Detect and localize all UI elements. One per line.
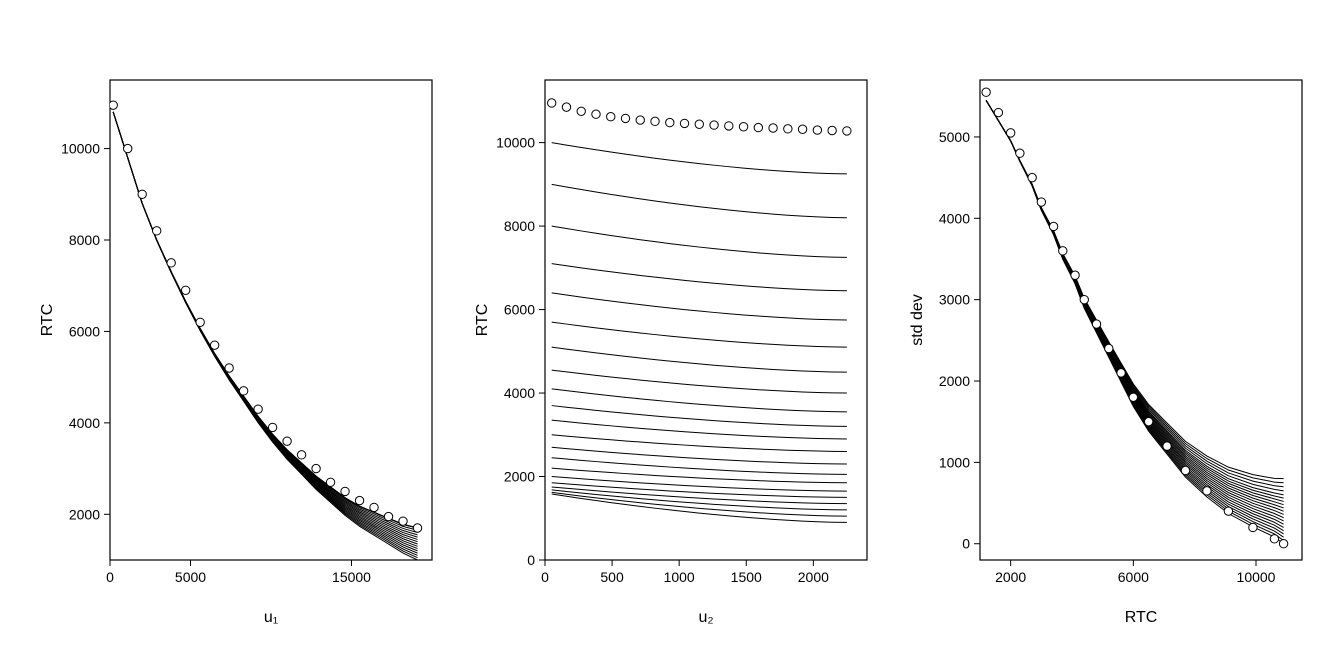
chart-grid: 0500015000200040006000800010000u₁RTC 050…: [0, 0, 1344, 672]
svg-text:4000: 4000: [69, 415, 100, 431]
svg-text:1000: 1000: [938, 454, 969, 470]
svg-text:0: 0: [541, 569, 549, 585]
svg-text:std dev: std dev: [909, 294, 926, 346]
panel-1: 0 5000 15000 2000 4000 6000 8000 10000 u₁ RTC: [32, 30, 442, 640]
chart-2: 0 500 1000 1500 2000 0 2000 4000 6000 8000 10000 u₂…: [467, 30, 877, 640]
svg-text:4000: 4000: [504, 385, 535, 401]
svg-text:10000: 10000: [496, 135, 535, 151]
chart-1: 0 5000 15000 2000 4000 6000 8000 10000 u₁ RTC: [32, 30, 442, 640]
svg-text:2000: 2000: [938, 373, 969, 389]
svg-text:5000: 5000: [938, 129, 969, 145]
svg-text:2000: 2000: [995, 569, 1026, 585]
svg-text:RTC: RTC: [39, 304, 56, 337]
svg-text:u₁: u₁: [264, 609, 278, 626]
svg-text:2000: 2000: [504, 469, 535, 485]
svg-text:0: 0: [527, 552, 535, 568]
svg-text:6000: 6000: [1117, 569, 1148, 585]
svg-text:RTC: RTC: [1124, 609, 1157, 626]
svg-text:2000: 2000: [69, 506, 100, 522]
panel-3: 2000 6000 10000 0 1000 2000 3000 4000 5000 RTC std…: [902, 30, 1312, 640]
svg-text:6000: 6000: [504, 302, 535, 318]
svg-text:1500: 1500: [731, 569, 762, 585]
chart-3: 2000 6000 10000 0 1000 2000 3000 4000 5000 RTC std…: [902, 30, 1312, 640]
svg-text:1000: 1000: [664, 569, 695, 585]
svg-text:5000: 5000: [175, 569, 206, 585]
svg-text:10000: 10000: [1236, 569, 1275, 585]
svg-text:3000: 3000: [938, 292, 969, 308]
svg-text:4000: 4000: [938, 210, 969, 226]
svg-text:RTC: RTC: [474, 304, 491, 337]
svg-text:0: 0: [962, 536, 970, 552]
svg-text:10000: 10000: [61, 141, 100, 157]
svg-text:2000: 2000: [798, 569, 829, 585]
svg-text:0: 0: [106, 569, 114, 585]
svg-text:6000: 6000: [69, 323, 100, 339]
svg-text:500: 500: [600, 569, 624, 585]
svg-text:u₂: u₂: [698, 609, 713, 626]
panel-2: 0 500 1000 1500 2000 0 2000 4000 6000 8000 10000 u₂…: [467, 30, 877, 640]
svg-text:8000: 8000: [69, 232, 100, 248]
svg-text:8000: 8000: [504, 218, 535, 234]
svg-text:15000: 15000: [332, 569, 371, 585]
